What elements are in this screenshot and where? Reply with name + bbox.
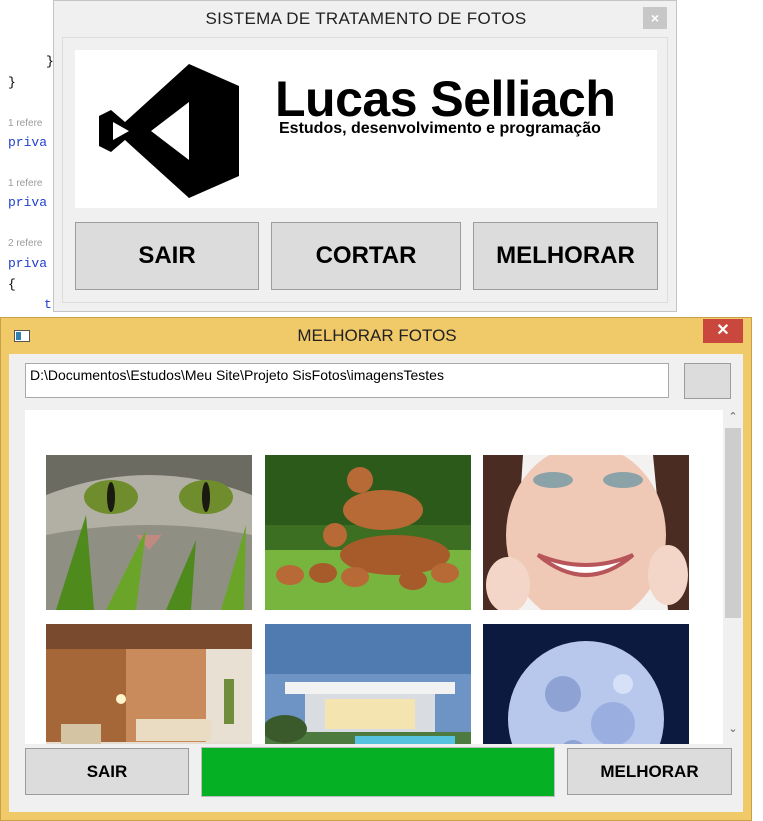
enhance-button[interactable]: MELHORAR <box>473 222 658 290</box>
code-reference-hint: 1 refere <box>8 178 43 189</box>
code-reference-hint: 2 refere <box>8 238 43 249</box>
woman-photo <box>483 455 689 610</box>
photo-thumbnail-house[interactable] <box>265 624 471 744</box>
progress-bar-fill <box>202 748 554 796</box>
logo-banner: Lucas Selliach Estudos, desenvolvimento … <box>75 50 657 208</box>
exit-button[interactable]: SAIR <box>25 748 189 795</box>
enhance-button[interactable]: MELHORAR <box>567 748 732 795</box>
progress-bar <box>201 747 555 797</box>
cat-photo <box>46 455 252 610</box>
photo-thumbnail-moon[interactable] <box>483 624 689 744</box>
photo-gallery[interactable] <box>25 410 727 744</box>
code-line: } <box>8 75 16 90</box>
code-line: priva <box>8 195 48 210</box>
gallery-vertical-scrollbar[interactable]: ⌃ ⌄ <box>723 410 743 744</box>
moon-photo <box>483 624 689 744</box>
visual-studio-logo-icon <box>99 64 239 198</box>
main-window-close-button[interactable]: × <box>643 7 667 29</box>
house-photo <box>265 624 471 744</box>
exit-button[interactable]: SAIR <box>75 222 259 290</box>
scroll-up-arrow-icon[interactable]: ⌃ <box>723 410 743 423</box>
living-room-photo <box>46 624 252 744</box>
main-window-title: SISTEMA DE TRATAMENTO DE FOTOS <box>205 9 527 28</box>
main-window: SISTEMA DE TRATAMENTO DE FOTOS × Lucas S… <box>53 0 677 312</box>
logo-subtitle: Estudos, desenvolvimento e programação <box>279 120 601 137</box>
scroll-down-arrow-icon[interactable]: ⌄ <box>723 722 743 735</box>
enhance-window-title: MELHORAR FOTOS <box>297 326 457 345</box>
enhance-photos-window: MELHORAR FOTOS ✕ D:\Documentos\Estudos\M… <box>0 317 752 821</box>
code-editor-background: } } 1 refere priva 1 refere priva 2 refe… <box>0 0 60 330</box>
code-line: priva <box>8 135 48 150</box>
enhance-window-client-area: D:\Documentos\Estudos\Meu Site\Projeto S… <box>9 354 743 812</box>
folder-path-field[interactable]: D:\Documentos\Estudos\Meu Site\Projeto S… <box>25 363 669 398</box>
photo-thumbnail-woman[interactable] <box>483 455 689 610</box>
code-line: t <box>44 297 52 312</box>
photo-thumbnail-living-room[interactable] <box>46 624 252 744</box>
dogs-photo <box>265 455 471 610</box>
code-line: { <box>8 277 16 292</box>
browse-folder-button[interactable] <box>684 363 731 399</box>
photo-thumbnail-cat[interactable] <box>46 455 252 610</box>
code-reference-hint: 1 refere <box>8 118 43 129</box>
scrollbar-thumb[interactable] <box>725 428 741 618</box>
enhance-window-close-button[interactable]: ✕ <box>703 319 743 343</box>
photo-thumbnail-dogs[interactable] <box>265 455 471 610</box>
code-line: priva <box>8 256 48 271</box>
crop-button[interactable]: CORTAR <box>271 222 461 290</box>
